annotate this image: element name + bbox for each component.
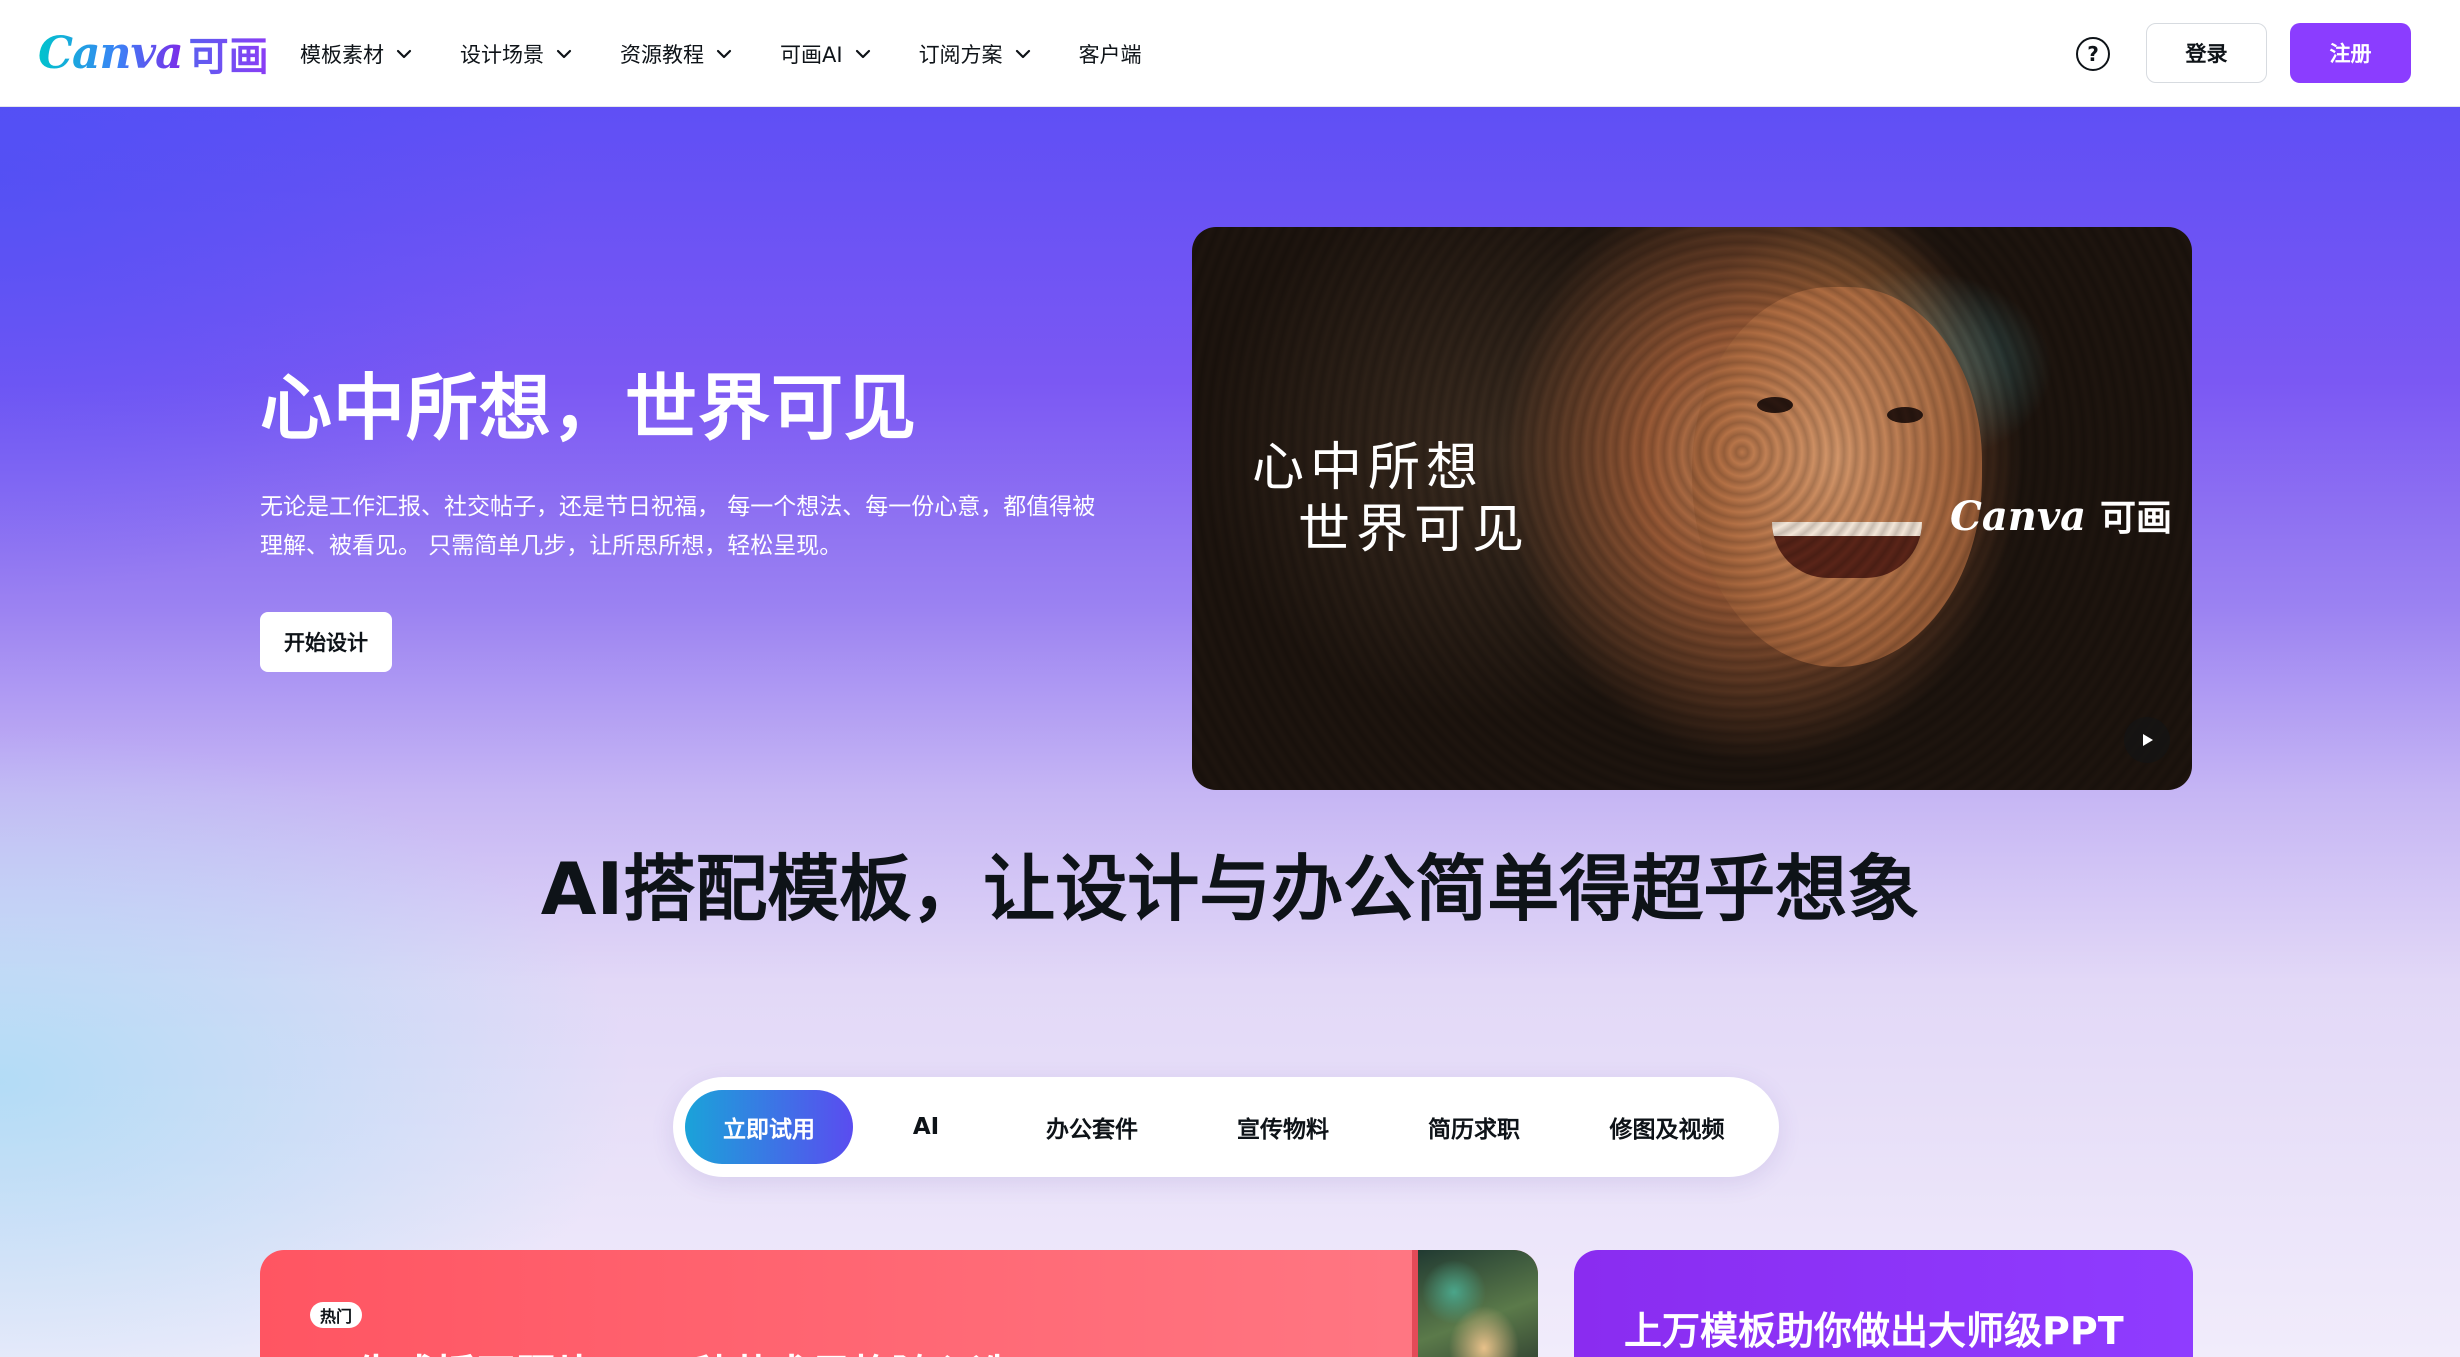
hot-badge: 热门 <box>310 1302 363 1328</box>
card-thumbnail-image <box>1412 1250 1538 1357</box>
nav-item-label: 模板素材 <box>300 42 384 67</box>
video-overlay-line1: 心中所想 <box>1252 438 1485 498</box>
card-title: 上万模板助你做出大师级PPT <box>1624 1309 2124 1353</box>
login-button[interactable]: 登录 <box>2146 23 2267 83</box>
section-title: AI搭配模板，让设计与办公简单得超乎想象 <box>540 847 1920 931</box>
video-logo-cn: 可画 <box>2099 498 2172 539</box>
play-icon[interactable] <box>2124 717 2170 763</box>
chevron-down-icon <box>716 49 732 58</box>
chevron-down-icon <box>556 49 572 58</box>
nav-item-label: 订阅方案 <box>918 42 1003 67</box>
nav-item-design-scenes[interactable]: 设计场景 <box>460 39 574 69</box>
hero-description: 无论是工作汇报、社交帖子，还是节日祝福， 每一个想法、每一份心意，都值得被理解、… <box>260 494 1096 559</box>
tab-photo-video[interactable]: 修图及视频 <box>1567 1090 1767 1164</box>
tab-promo-materials[interactable]: 宣传物料 <box>1185 1090 1381 1164</box>
video-canva-logo: Canva 可画 <box>1950 489 2172 541</box>
start-design-button[interactable]: 开始设计 <box>260 612 392 672</box>
tab-try-now[interactable]: 立即试用 <box>685 1090 853 1164</box>
chevron-down-icon <box>855 49 870 58</box>
card-title: AI生成插画照片，25种艺术风格随心选！ <box>310 1342 1052 1357</box>
video-overlay-line2: 世界可见 <box>1298 500 1531 560</box>
nav-item-templates[interactable]: 模板素材 <box>300 39 414 69</box>
chevron-down-icon <box>396 49 412 58</box>
nav-item-client[interactable]: 客户端 <box>1079 39 1142 69</box>
chevron-down-icon <box>1015 49 1030 58</box>
ppt-templates-card[interactable]: 上万模板助你做出大师级PPT <box>1574 1250 2193 1357</box>
canva-logo[interactable]: Canva 可画 <box>38 24 269 82</box>
top-navigation-bar: Canva 可画 模板素材 设计场景 资源教程 可画AI 订阅方案 客户端 ? … <box>0 0 2460 107</box>
ai-illustration-card[interactable]: 热门 AI生成插画照片，25种艺术风格随心选！ <box>260 1250 1538 1357</box>
category-tabs: 立即试用 AI 办公套件 宣传物料 简历求职 修图及视频 <box>673 1077 1779 1177</box>
nav-item-label: 设计场景 <box>460 42 544 67</box>
play-triangle-icon <box>2143 734 2153 746</box>
main-nav: 模板素材 设计场景 资源教程 可画AI 订阅方案 客户端 <box>300 0 1188 107</box>
help-icon[interactable]: ? <box>2076 37 2110 71</box>
nav-item-label: 资源教程 <box>620 42 704 67</box>
hero-background-glow <box>0 107 1100 807</box>
nav-item-label: 客户端 <box>1078 42 1142 67</box>
tab-office-suite[interactable]: 办公套件 <box>999 1090 1185 1164</box>
video-logo-latin: Canva <box>1950 493 2086 540</box>
hero-video[interactable]: 心中所想 世界可见 Canva 可画 <box>1192 227 2192 790</box>
nav-item-canva-ai[interactable]: 可画AI <box>780 39 873 69</box>
tab-ai[interactable]: AI <box>853 1090 999 1164</box>
hero-title: 心中所想，世界可见 <box>260 366 918 450</box>
video-overlay-text: 心中所想 世界可见 <box>1252 437 1530 561</box>
signup-button[interactable]: 注册 <box>2290 23 2411 83</box>
logo-chinese-wordmark: 可画 <box>189 24 269 82</box>
nav-item-resources[interactable]: 资源教程 <box>620 39 734 69</box>
nav-item-pricing[interactable]: 订阅方案 <box>919 39 1033 69</box>
nav-item-label: 可画AI <box>780 42 843 67</box>
tab-resume[interactable]: 简历求职 <box>1381 1090 1567 1164</box>
logo-wordmark: Canva <box>38 27 184 79</box>
